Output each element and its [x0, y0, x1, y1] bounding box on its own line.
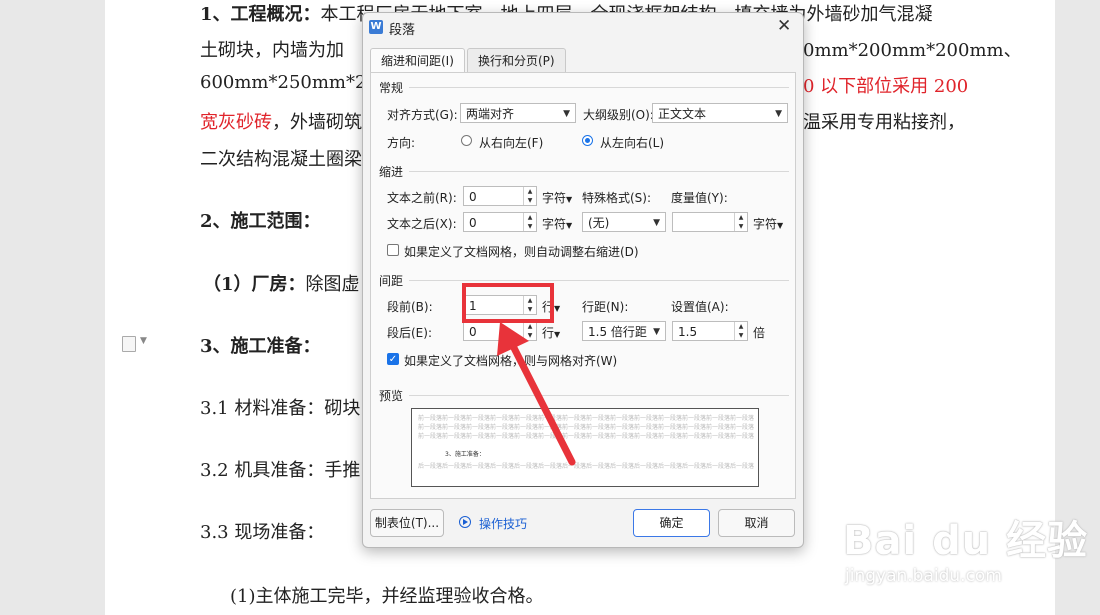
- watermark-logo: Bai du 经验: [843, 518, 1089, 564]
- watermark-url: jingyan.baidu.com: [845, 566, 1002, 586]
